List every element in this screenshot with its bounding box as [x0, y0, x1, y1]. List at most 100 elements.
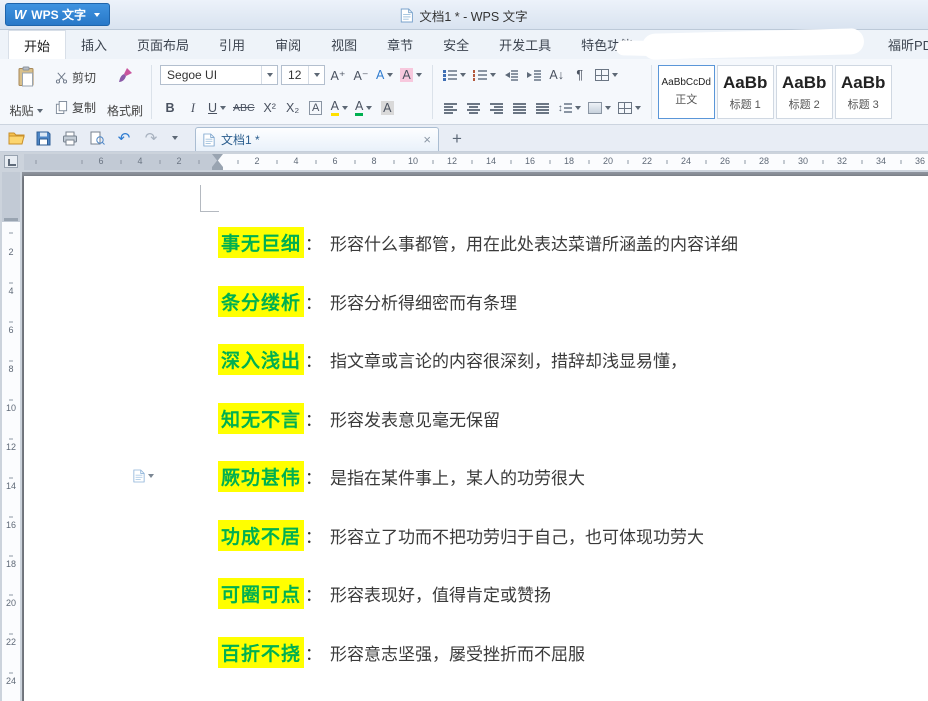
ruler-number: 12	[447, 156, 457, 166]
definition-text[interactable]: 是指在某件事上，某人的功劳很大	[330, 464, 585, 489]
document-content: 事无巨细 ： 形容什么事都管，用在此处表达菜谱所涵盖的内容详细 条分缕析 ： 形…	[218, 229, 738, 697]
cut-button[interactable]: 剪切	[52, 68, 99, 87]
align-center-button[interactable]	[464, 98, 484, 118]
open-file-button[interactable]	[7, 129, 25, 147]
toolbar-options-chevron-icon[interactable]	[172, 136, 178, 140]
margin-crop-mark	[200, 185, 219, 212]
shrink-font-button[interactable]: A⁻	[351, 65, 371, 85]
superscript-button[interactable]: X²	[260, 98, 280, 118]
document-page[interactable]: 事无巨细 ： 形容什么事都管，用在此处表达菜谱所涵盖的内容详细 条分缕析 ： 形…	[24, 176, 928, 701]
definition-text[interactable]: 形容发表意见毫无保留	[330, 406, 500, 431]
definition-text[interactable]: 形容立了功而不把功劳归于自己，也可体现功劳大	[330, 523, 704, 548]
document-tab[interactable]: 文档1 * ×	[195, 127, 439, 151]
left-indent-marker[interactable]	[212, 167, 223, 170]
definition-text[interactable]: 形容表现好，值得肯定或赞扬	[330, 581, 551, 606]
paste-button[interactable]: 粘贴	[6, 62, 46, 122]
chevron-down-icon	[605, 106, 611, 110]
tab-stop-selector[interactable]	[4, 155, 18, 168]
highlighted-term[interactable]: 知无不言	[218, 403, 304, 434]
format-painter-button[interactable]: 格式刷	[105, 62, 145, 122]
separator-colon: ：	[305, 347, 322, 372]
scissors-icon	[55, 71, 68, 84]
copy-button[interactable]: 复制	[52, 98, 99, 117]
ribbon-tab[interactable]: 审阅	[260, 30, 316, 59]
clear-format-button[interactable]: A	[398, 65, 423, 85]
definition-text[interactable]: 指文章或言论的内容很深刻，措辞却浅显易懂，	[330, 347, 687, 372]
grow-font-button[interactable]: A⁺	[328, 65, 348, 85]
ribbon-tab[interactable]: 插入	[66, 30, 122, 59]
top-margin-marker[interactable]	[4, 218, 18, 221]
sort-button[interactable]: A↓	[547, 65, 567, 85]
strikethrough-icon: ABC	[233, 102, 255, 114]
decrease-indent-button[interactable]	[501, 65, 521, 85]
numbered-list-button[interactable]	[471, 65, 498, 85]
glossary-entry: 厥功甚伟 ： 是指在某件事上，某人的功劳很大	[218, 463, 738, 490]
subscript-button[interactable]: X₂	[283, 98, 303, 118]
save-button[interactable]	[34, 129, 52, 147]
font-color-button[interactable]: A	[353, 98, 374, 118]
undo-button[interactable]: ↶	[115, 129, 133, 147]
ribbon-tab[interactable]: 章节	[372, 30, 428, 59]
align-left-button[interactable]	[441, 98, 461, 118]
shading-button[interactable]	[586, 98, 613, 118]
align-right-button[interactable]	[487, 98, 507, 118]
paste-options-button[interactable]	[133, 469, 154, 483]
definition-text[interactable]: 形容什么事都管，用在此处表达菜谱所涵盖的内容详细	[330, 230, 738, 255]
underline-button[interactable]: U	[206, 98, 228, 118]
highlighted-term[interactable]: 事无巨细	[218, 227, 304, 258]
style-preset[interactable]: AaBbCcDd 正文	[658, 65, 715, 119]
chevron-down-icon	[148, 474, 154, 478]
definition-text[interactable]: 形容意志坚强，屡受挫折而不屈服	[330, 640, 585, 665]
table-tools-button[interactable]	[593, 65, 620, 85]
highlighted-term[interactable]: 功成不居	[218, 520, 304, 551]
ribbon-tab[interactable]: 开发工具	[484, 30, 566, 59]
highlighted-term[interactable]: 可圈可点	[218, 578, 304, 609]
ribbon-tab[interactable]: 开始	[8, 30, 66, 59]
style-preview: AaBb	[841, 73, 885, 93]
character-shading-button[interactable]: A	[377, 98, 397, 118]
distribute-button[interactable]	[533, 98, 553, 118]
ribbon-tab[interactable]: 福昕PD	[873, 30, 928, 59]
bullet-list-button[interactable]	[441, 65, 468, 85]
bold-button[interactable]: B	[160, 98, 180, 118]
phonetic-guide-button[interactable]: A	[374, 65, 395, 85]
ribbon-tab[interactable]: 安全	[428, 30, 484, 59]
bullet-list-icon	[443, 70, 457, 81]
highlight-color-button[interactable]: A	[329, 98, 350, 118]
save-icon	[36, 131, 51, 146]
borders-button[interactable]	[616, 98, 643, 118]
justify-button[interactable]	[510, 98, 530, 118]
separator-colon: ：	[305, 289, 322, 314]
style-preset[interactable]: AaBb 标题 3	[835, 65, 892, 119]
font-size-dropdown[interactable]	[308, 66, 324, 84]
ruler-number: 30	[798, 156, 808, 166]
style-preset[interactable]: AaBb 标题 2	[776, 65, 833, 119]
line-spacing-button[interactable]: ↕	[556, 98, 583, 118]
new-tab-button[interactable]: +	[452, 130, 462, 147]
distribute-icon	[536, 103, 549, 114]
ruler-number: 10	[408, 156, 418, 166]
font-family-dropdown[interactable]	[261, 66, 277, 84]
chevron-down-icon	[366, 106, 372, 110]
increase-indent-button[interactable]	[524, 65, 544, 85]
redo-button[interactable]: ↷	[142, 129, 160, 147]
show-marks-button[interactable]: ¶	[570, 65, 590, 85]
highlighted-term[interactable]: 百折不挠	[218, 637, 304, 668]
close-tab-icon[interactable]: ×	[423, 132, 431, 147]
font-family-select[interactable]: Segoe UI	[160, 65, 278, 85]
highlighted-term[interactable]: 厥功甚伟	[218, 461, 304, 492]
ribbon-tab[interactable]: 引用	[204, 30, 260, 59]
strikethrough-button[interactable]: ABC	[231, 98, 257, 118]
ribbon-tab[interactable]: 视图	[316, 30, 372, 59]
ribbon-tab[interactable]: 页面布局	[122, 30, 204, 59]
highlighted-term[interactable]: 深入浅出	[218, 344, 304, 375]
wps-menu-button[interactable]: W WPS 文字	[5, 3, 110, 26]
highlighted-term[interactable]: 条分缕析	[218, 286, 304, 317]
style-preset[interactable]: AaBb 标题 1	[717, 65, 774, 119]
print-preview-button[interactable]	[88, 129, 106, 147]
character-border-button[interactable]: A	[306, 98, 326, 118]
italic-button[interactable]: I	[183, 98, 203, 118]
font-size-select[interactable]: 12	[281, 65, 325, 85]
print-button[interactable]	[61, 129, 79, 147]
definition-text[interactable]: 形容分析得细密而有条理	[330, 289, 517, 314]
